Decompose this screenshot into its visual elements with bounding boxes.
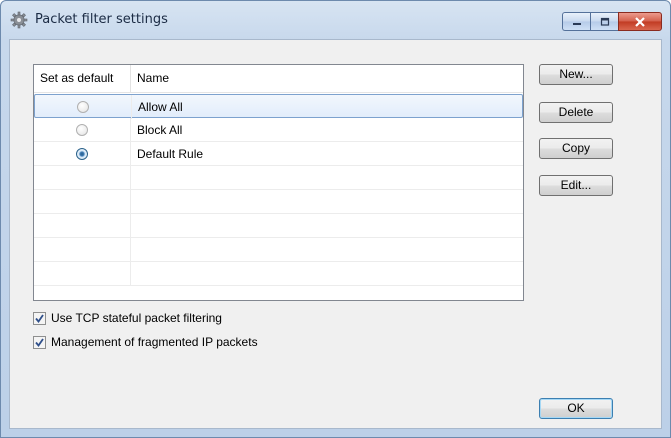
default-cell [35,95,132,119]
maximize-icon [600,17,609,26]
table-row[interactable]: Allow All [34,94,523,119]
empty-row [34,214,523,238]
gear-icon [10,11,28,29]
table-row[interactable]: Block All [34,118,523,142]
minimize-button[interactable] [562,12,590,31]
fragmented-ip-checkbox[interactable] [33,335,46,349]
column-header-name[interactable]: Name [131,65,523,92]
table-body: Allow All Block All Default Rule [34,94,523,286]
rule-name: Block All [137,123,183,137]
empty-row [34,262,523,286]
checkmark-icon [35,337,44,347]
copy-button[interactable]: Copy [539,138,613,159]
new-button[interactable]: New... [539,64,613,85]
caption-buttons [562,12,662,31]
checkmark-icon [35,313,44,323]
title-bar[interactable]: Packet filter settings [1,1,670,39]
delete-button[interactable]: Delete [539,102,613,123]
tcp-stateful-option[interactable]: Use TCP stateful packet filtering [33,310,222,326]
default-cell [34,142,131,166]
empty-row [34,166,523,190]
rule-name: Default Rule [137,147,204,161]
rules-table[interactable]: Set as default Name Allow All Block All [33,64,524,301]
dialog-client-area: Set as default Name Allow All Block All [9,39,662,429]
default-radio[interactable] [76,124,88,136]
close-button[interactable] [618,12,662,31]
maximize-button[interactable] [590,12,618,31]
dialog-window: Packet filter settings Set as default Na… [0,0,671,438]
empty-row [34,190,523,214]
tcp-stateful-checkbox[interactable] [33,311,46,325]
window-title: Packet filter settings [35,12,168,27]
minimize-icon [572,22,581,25]
empty-row [34,238,523,262]
default-radio[interactable] [77,101,89,113]
column-header-set-as-default[interactable]: Set as default [34,65,131,92]
default-radio-selected[interactable] [76,148,88,160]
fragmented-ip-option[interactable]: Management of fragmented IP packets [33,334,258,350]
fragmented-ip-label: Management of fragmented IP packets [51,335,258,349]
edit-button[interactable]: Edit... [539,175,613,196]
rule-name: Allow All [138,100,183,114]
ok-button[interactable]: OK [539,398,613,419]
table-row[interactable]: Default Rule [34,142,523,166]
table-header: Set as default Name [34,65,523,93]
tcp-stateful-label: Use TCP stateful packet filtering [51,311,222,325]
default-cell [34,118,131,142]
close-icon [635,16,645,27]
